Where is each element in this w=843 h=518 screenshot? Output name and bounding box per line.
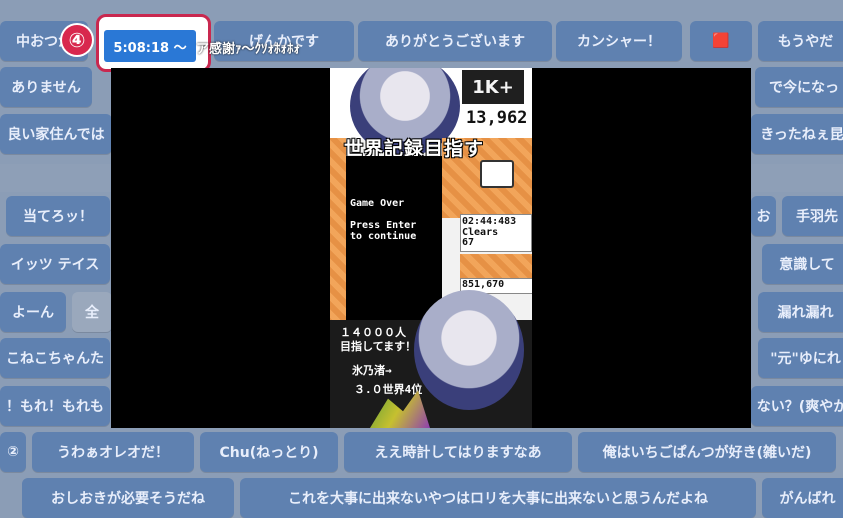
video-player[interactable]: 1K+ 13,962 世界記録目指す Game Over Press Enter…	[111, 68, 751, 428]
game-frame: 1K+ 13,962 世界記録目指す Game Over Press Enter…	[330, 68, 532, 428]
sound-button-20[interactable]: 漏れ漏れ	[758, 292, 843, 332]
sound-button-6[interactable]: もうやだ	[758, 21, 843, 61]
sound-button-25[interactable]: Chu(ねっとり)	[200, 432, 338, 472]
score-readout: 13,962	[466, 108, 528, 128]
sound-button-21[interactable]: "元"ゆにれ	[758, 338, 843, 378]
sound-button-28[interactable]: おしおきが必要そうだね	[22, 478, 234, 518]
sound-button-17[interactable]: お	[751, 196, 776, 236]
sound-button-14[interactable]: 全	[72, 292, 112, 332]
sound-button-16[interactable]: ！もれ！もれも	[0, 386, 110, 426]
sound-button-11[interactable]: 当てろッ！	[6, 196, 110, 236]
continue-text: to continue	[350, 231, 417, 242]
timestamp-button[interactable]: 5:08:18 〜	[104, 30, 196, 62]
sound-button-30[interactable]: がんばれ	[762, 478, 843, 518]
rank-line-2: ３.０世界4位	[354, 383, 423, 396]
sound-button-19[interactable]: 意識して	[762, 244, 843, 284]
orange-panel-lower	[460, 254, 532, 278]
milestone-badge: 1K+	[462, 70, 524, 104]
step-number-badge: ④	[62, 25, 92, 55]
sound-button-24[interactable]: うわぁオレオだ！	[32, 432, 194, 472]
sound-button-13[interactable]: よーん	[0, 292, 66, 332]
sound-button-27[interactable]: 俺はいちごぱんつが好き(雑いだ)	[578, 432, 836, 472]
sound-button-15[interactable]: こねこちゃんた	[0, 338, 110, 378]
sound-button-8[interactable]: で今になっ	[755, 67, 843, 107]
sound-button-7[interactable]: ありません	[0, 67, 92, 107]
clears-value: 67	[462, 237, 475, 248]
sound-button-10[interactable]: きったねぇ昆	[751, 114, 843, 154]
press-enter-text: Press Enter	[350, 220, 417, 231]
sound-button-26[interactable]: ええ時計してはりますなあ	[344, 432, 572, 472]
sound-button-29[interactable]: これを大事に出来ないやつはロリを大事に出来ないと思うんだよね	[240, 478, 756, 518]
sound-button-5[interactable]: 🟥	[690, 21, 752, 61]
sound-button-9[interactable]: 良い家住んでは	[0, 114, 112, 154]
sound-button-18[interactable]: 手羽先	[782, 196, 843, 236]
game-over-text: Game Over	[350, 198, 405, 209]
bottom-score-readout: 851,670	[462, 279, 505, 290]
sound-button-4[interactable]: カンシャー！	[556, 21, 682, 61]
timer-readout: 02:44:483	[462, 216, 517, 227]
goal-line-2: 目指してます！	[340, 340, 417, 353]
sound-button-12[interactable]: イッツ テイス	[0, 244, 110, 284]
rank-line-1: 氷乃渚→	[352, 364, 392, 377]
sound-button-22[interactable]: ない？(爽やか	[751, 386, 843, 426]
streamer-avatar-bottom	[414, 290, 524, 410]
timestamp-caption: ア感謝ｧ〜ｸｿｫﾎｫﾎｫ	[196, 42, 301, 57]
sound-button-23[interactable]: ②	[0, 432, 26, 472]
smiley-icon	[480, 160, 514, 188]
sound-button-3[interactable]: ありがとうございます	[358, 21, 552, 61]
